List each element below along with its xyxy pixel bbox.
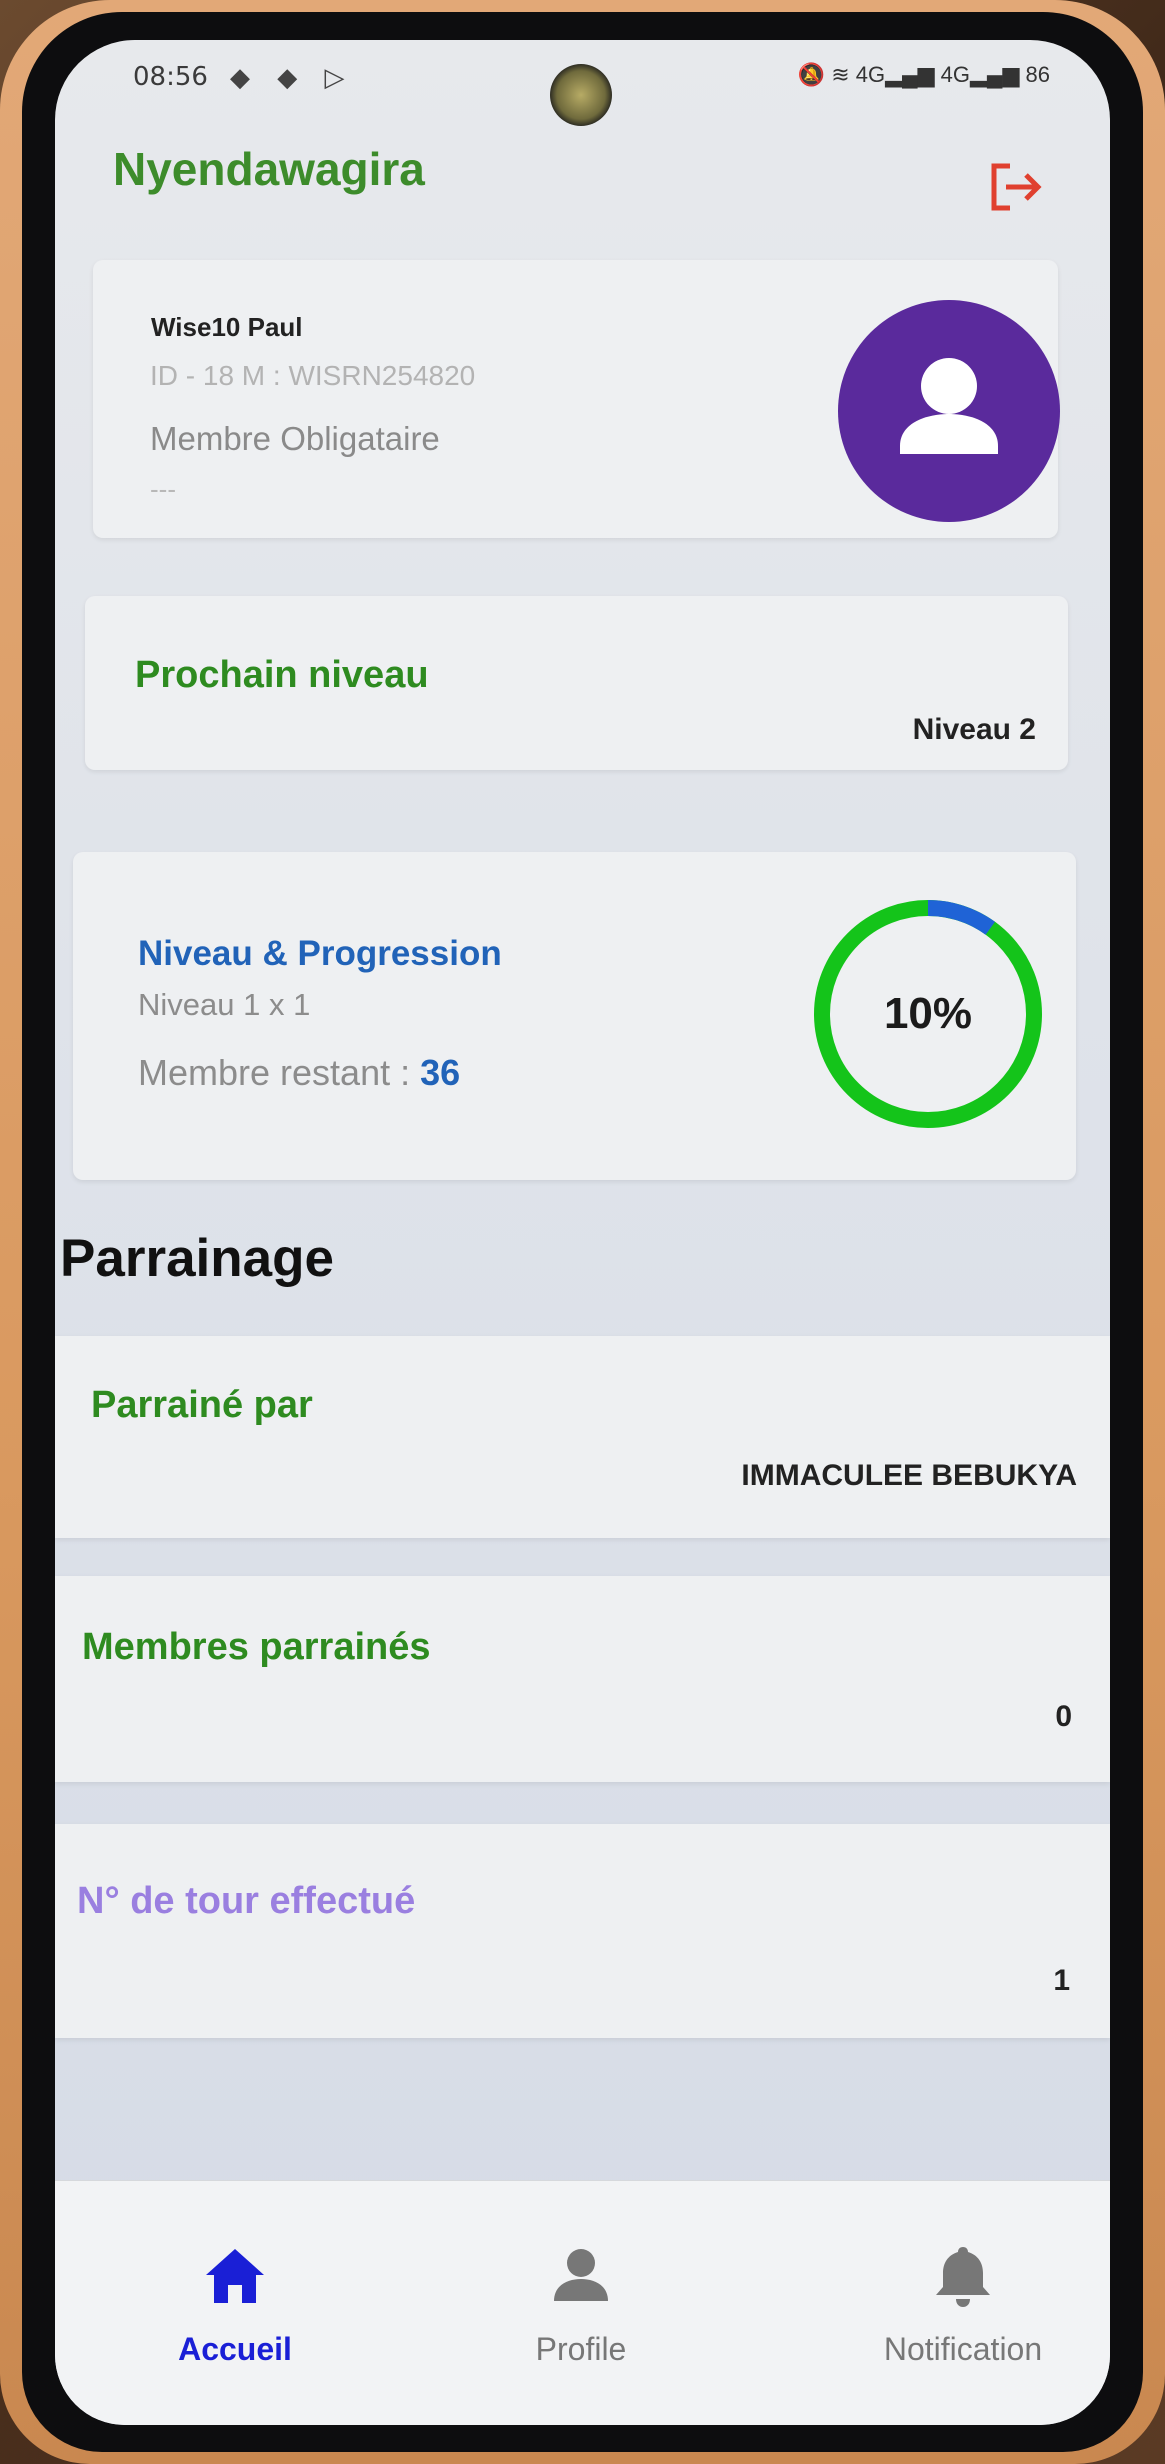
progress-title: Niveau & Progression bbox=[138, 934, 502, 973]
sponsored-members-card[interactable]: Membres parrainés 0 bbox=[55, 1576, 1110, 1782]
progress-card[interactable]: Niveau & Progression Niveau 1 x 1 Membre… bbox=[73, 852, 1076, 1180]
tours-count: 1 bbox=[1053, 1964, 1070, 1997]
next-level-card[interactable]: Prochain niveau Niveau 2 bbox=[85, 596, 1068, 770]
avatar[interactable] bbox=[838, 300, 1060, 522]
notification-icons: ◆ ◆ ▷ bbox=[230, 62, 355, 92]
remaining-label: Membre restant : bbox=[138, 1052, 421, 1093]
sponsored-members-count: 0 bbox=[1055, 1700, 1072, 1733]
remaining-members: Membre restant : 36 bbox=[138, 1052, 460, 1094]
nav-label-profile: Profile bbox=[535, 2331, 627, 2367]
home-icon bbox=[206, 2249, 264, 2303]
remaining-value: 36 bbox=[420, 1052, 461, 1093]
app-title: Nyendawagira bbox=[113, 143, 425, 195]
person-icon bbox=[554, 2249, 608, 2301]
nav-item-notification[interactable]: Notification bbox=[833, 2181, 1093, 2425]
progress-percent: 10% bbox=[883, 989, 973, 1038]
tours-title: N° de tour effectué bbox=[77, 1880, 416, 1922]
nav-label-notification: Notification bbox=[883, 2331, 1043, 2367]
status-time: 08:56 bbox=[133, 62, 208, 92]
system-status-icons: 🔕 ≋ 4G▂▄▆ 4G▂▄▆ 86 bbox=[797, 62, 1050, 87]
front-camera bbox=[550, 64, 612, 126]
user-name: Wise10 Paul bbox=[151, 312, 303, 342]
bell-icon bbox=[936, 2247, 990, 2307]
section-heading: Parrainage bbox=[60, 1229, 334, 1288]
app-screen: 08:56 ◆ ◆ ▷ 🔕 ≋ 4G▂▄▆ 4G▂▄▆ 86 Nyendawag… bbox=[55, 40, 1110, 2425]
next-level-title: Prochain niveau bbox=[135, 654, 429, 696]
nav-item-profile[interactable]: Profile bbox=[451, 2181, 711, 2425]
tours-card[interactable]: N° de tour effectué 1 bbox=[55, 1824, 1110, 2038]
sponsor-name: IMMACULEE BEBUKYA bbox=[741, 1459, 1077, 1492]
progress-level: Niveau 1 x 1 bbox=[138, 987, 311, 1022]
user-extra: --- bbox=[150, 474, 176, 504]
person-icon bbox=[900, 358, 998, 454]
user-id: ID - 18 M : WISRN254820 bbox=[150, 360, 476, 391]
next-level-value: Niveau 2 bbox=[912, 713, 1036, 746]
logout-icon[interactable] bbox=[988, 162, 1046, 212]
nav-item-accueil[interactable]: Accueil bbox=[105, 2181, 365, 2425]
bottom-nav: Accueil Profile Notification bbox=[55, 2180, 1110, 2425]
sponsored-members-title: Membres parrainés bbox=[82, 1626, 431, 1668]
sponsor-card[interactable]: Parrainé par IMMACULEE BEBUKYA bbox=[55, 1336, 1110, 1538]
nav-label-accueil: Accueil bbox=[178, 2331, 292, 2367]
user-card: Wise10 Paul ID - 18 M : WISRN254820 Memb… bbox=[93, 260, 1060, 538]
status-bar: 08:56 ◆ ◆ ▷ 🔕 ≋ 4G▂▄▆ 4G▂▄▆ 86 bbox=[55, 40, 1110, 126]
user-role: Membre Obligataire bbox=[150, 420, 440, 457]
sponsor-title: Parrainé par bbox=[91, 1384, 313, 1426]
